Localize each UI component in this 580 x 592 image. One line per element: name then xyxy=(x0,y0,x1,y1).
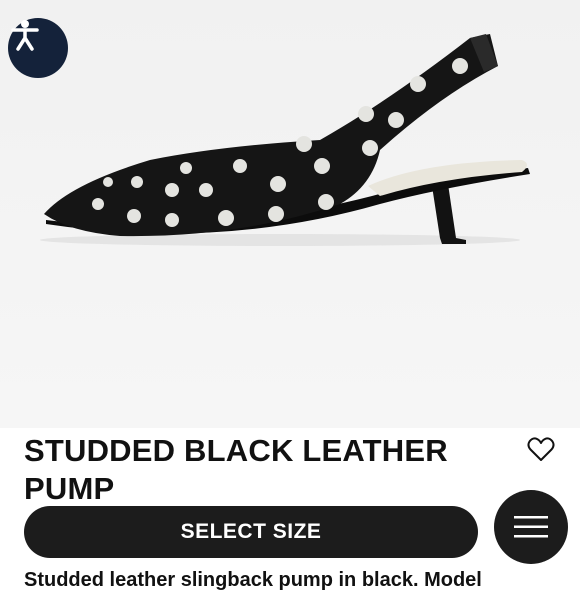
accessibility-button[interactable] xyxy=(8,18,68,78)
menu-button[interactable] xyxy=(494,490,568,564)
hamburger-menu-icon xyxy=(514,516,548,538)
product-description: Studded leather slingback pump in black.… xyxy=(24,569,482,591)
accessibility-icon xyxy=(11,20,39,51)
product-image xyxy=(40,34,530,246)
select-size-button[interactable]: SELECT SIZE xyxy=(24,506,478,558)
wishlist-button[interactable] xyxy=(526,434,556,464)
heart-outline-icon xyxy=(527,437,555,461)
product-title: STUDDED BLACK LEATHER PUMP xyxy=(24,433,448,506)
product-image-area xyxy=(0,0,580,428)
